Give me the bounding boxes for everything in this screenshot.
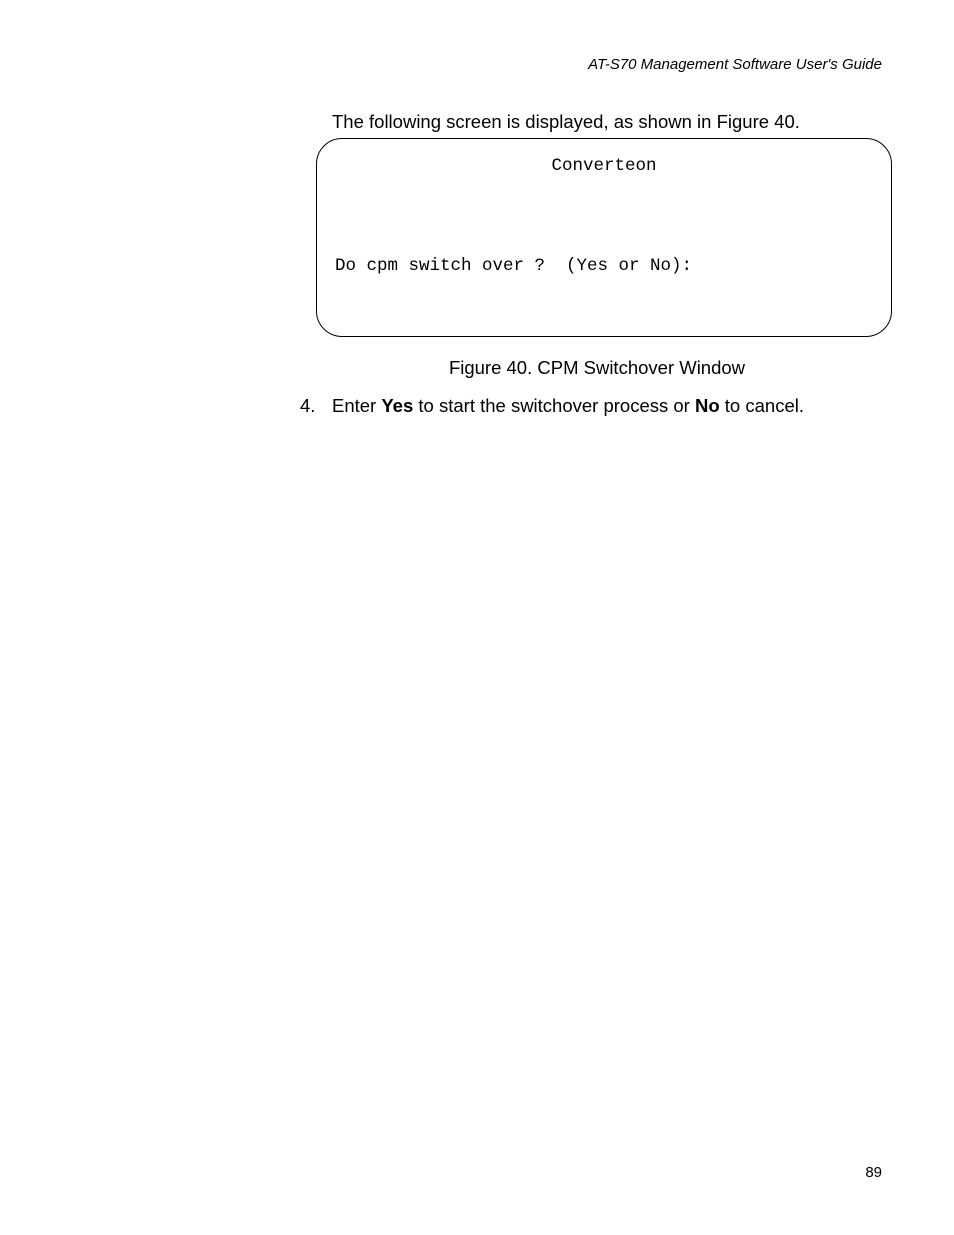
step-text-1: Enter: [332, 395, 381, 416]
intro-text: The following screen is displayed, as sh…: [332, 111, 800, 133]
terminal-option-yes: Yes: [335, 333, 873, 337]
figure-caption: Figure 40. CPM Switchover Window: [0, 357, 954, 379]
step-4: 4.Enter Yes to start the switchover proc…: [300, 395, 804, 417]
step-text-3: to cancel.: [720, 395, 804, 416]
step-number: 4.: [300, 395, 332, 417]
step-bold-yes: Yes: [381, 395, 413, 416]
page-number: 89: [865, 1164, 882, 1181]
step-text-2: to start the switchover process or: [413, 395, 695, 416]
terminal-window: Converteon Do cpm switch over ? (Yes or …: [316, 138, 892, 337]
terminal-prompt: Do cpm switch over ? (Yes or No):: [335, 253, 873, 280]
terminal-title: Converteon: [335, 153, 873, 180]
step-bold-no: No: [695, 395, 720, 416]
running-head: AT-S70 Management Software User's Guide: [588, 56, 882, 73]
